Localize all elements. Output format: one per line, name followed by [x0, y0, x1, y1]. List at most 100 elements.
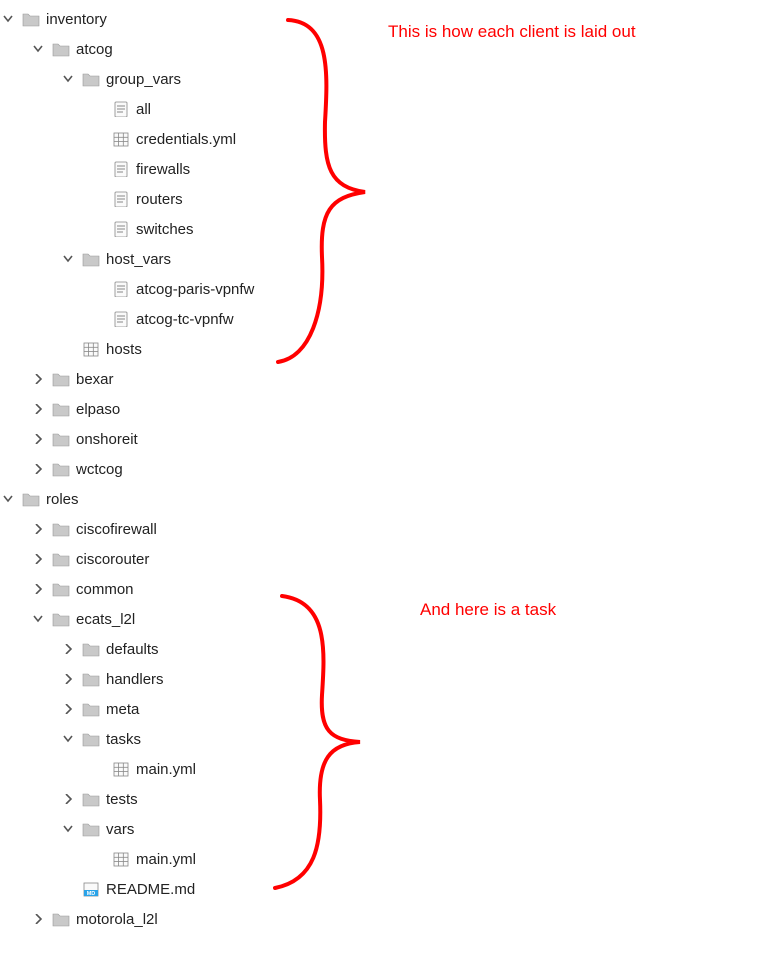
tree-item-ciscofirewall[interactable]: ciscofirewall	[0, 514, 766, 544]
chevron-down-icon[interactable]	[30, 41, 46, 57]
chevron-down-icon[interactable]	[60, 731, 76, 747]
tree-item-file[interactable]: routers	[0, 184, 766, 214]
folder-icon	[82, 70, 100, 88]
tree-item-elpaso[interactable]: elpaso	[0, 394, 766, 424]
folder-icon	[82, 640, 100, 658]
text-file-icon	[112, 190, 130, 208]
folder-icon	[22, 10, 40, 28]
tree-item-onshoreit[interactable]: onshoreit	[0, 424, 766, 454]
chevron-right-icon[interactable]	[30, 581, 46, 597]
chevron-down-icon[interactable]	[60, 251, 76, 267]
tree-item-wctcog[interactable]: wctcog	[0, 454, 766, 484]
tree-item-file[interactable]: all	[0, 94, 766, 124]
file-tree: inventory atcog group_vars all	[0, 0, 766, 954]
tree-item-ecats-l2l[interactable]: ecats_l2l	[0, 604, 766, 634]
tree-item-roles[interactable]: roles	[0, 484, 766, 514]
chevron-down-icon[interactable]	[60, 71, 76, 87]
tree-item-file[interactable]: credentials.yml	[0, 124, 766, 154]
chevron-right-icon[interactable]	[30, 551, 46, 567]
folder-icon	[82, 790, 100, 808]
tree-item-atcog[interactable]: atcog	[0, 34, 766, 64]
tree-label: group_vars	[106, 71, 181, 88]
tree-item-file[interactable]: main.yml	[0, 844, 766, 874]
tree-label: ciscorouter	[76, 551, 149, 568]
chevron-down-icon[interactable]	[0, 11, 16, 27]
tree-item-inventory[interactable]: inventory	[0, 4, 766, 34]
tree-label: elpaso	[76, 401, 120, 418]
text-file-icon	[112, 310, 130, 328]
folder-icon	[52, 580, 70, 598]
tree-item-handlers[interactable]: handlers	[0, 664, 766, 694]
folder-icon	[52, 430, 70, 448]
tree-label: tasks	[106, 731, 141, 748]
chevron-right-icon[interactable]	[30, 401, 46, 417]
tree-label: firewalls	[136, 161, 190, 178]
grid-file-icon	[82, 340, 100, 358]
tree-label: credentials.yml	[136, 131, 236, 148]
tree-label: roles	[46, 491, 79, 508]
tree-label: README.md	[106, 881, 195, 898]
folder-icon	[82, 250, 100, 268]
tree-item-file[interactable]: atcog-paris-vpnfw	[0, 274, 766, 304]
tree-label: defaults	[106, 641, 159, 658]
grid-file-icon	[112, 850, 130, 868]
folder-icon	[22, 490, 40, 508]
tree-item-common[interactable]: common	[0, 574, 766, 604]
chevron-right-icon[interactable]	[60, 791, 76, 807]
markdown-file-icon	[82, 880, 100, 898]
chevron-right-icon[interactable]	[30, 521, 46, 537]
tree-item-defaults[interactable]: defaults	[0, 634, 766, 664]
chevron-right-icon[interactable]	[30, 431, 46, 447]
chevron-right-icon[interactable]	[60, 671, 76, 687]
tree-item-file[interactable]: switches	[0, 214, 766, 244]
tree-item-readme[interactable]: README.md	[0, 874, 766, 904]
tree-label: common	[76, 581, 134, 598]
tree-label: ecats_l2l	[76, 611, 135, 628]
tree-item-motorola-l2l[interactable]: motorola_l2l	[0, 904, 766, 934]
chevron-down-icon[interactable]	[30, 611, 46, 627]
text-file-icon	[112, 220, 130, 238]
tree-item-bexar[interactable]: bexar	[0, 364, 766, 394]
chevron-down-icon[interactable]	[60, 821, 76, 837]
tree-label: handlers	[106, 671, 164, 688]
tree-label: all	[136, 101, 151, 118]
grid-file-icon	[112, 760, 130, 778]
tree-item-ciscorouter[interactable]: ciscorouter	[0, 544, 766, 574]
tree-item-tests[interactable]: tests	[0, 784, 766, 814]
folder-icon	[82, 820, 100, 838]
tree-label: hosts	[106, 341, 142, 358]
tree-item-host-vars[interactable]: host_vars	[0, 244, 766, 274]
chevron-right-icon[interactable]	[60, 641, 76, 657]
tree-item-file[interactable]: atcog-tc-vpnfw	[0, 304, 766, 334]
tree-item-vars[interactable]: vars	[0, 814, 766, 844]
chevron-right-icon[interactable]	[60, 701, 76, 717]
chevron-right-icon[interactable]	[30, 461, 46, 477]
tree-label: ciscofirewall	[76, 521, 157, 538]
tree-label: atcog-tc-vpnfw	[136, 311, 234, 328]
folder-icon	[52, 610, 70, 628]
tree-item-file[interactable]: hosts	[0, 334, 766, 364]
folder-icon	[82, 670, 100, 688]
folder-icon	[52, 400, 70, 418]
grid-file-icon	[112, 130, 130, 148]
text-file-icon	[112, 280, 130, 298]
tree-label: inventory	[46, 11, 107, 28]
chevron-down-icon[interactable]	[0, 491, 16, 507]
chevron-right-icon[interactable]	[30, 371, 46, 387]
tree-item-file[interactable]: main.yml	[0, 754, 766, 784]
tree-label: switches	[136, 221, 194, 238]
folder-icon	[52, 40, 70, 58]
folder-icon	[52, 550, 70, 568]
tree-label: bexar	[76, 371, 114, 388]
tree-label: onshoreit	[76, 431, 138, 448]
tree-label: vars	[106, 821, 134, 838]
tree-item-meta[interactable]: meta	[0, 694, 766, 724]
folder-icon	[52, 370, 70, 388]
tree-item-tasks[interactable]: tasks	[0, 724, 766, 754]
tree-label: atcog-paris-vpnfw	[136, 281, 254, 298]
tree-label: host_vars	[106, 251, 171, 268]
chevron-right-icon[interactable]	[30, 911, 46, 927]
tree-item-file[interactable]: firewalls	[0, 154, 766, 184]
tree-label: motorola_l2l	[76, 911, 158, 928]
tree-item-group-vars[interactable]: group_vars	[0, 64, 766, 94]
